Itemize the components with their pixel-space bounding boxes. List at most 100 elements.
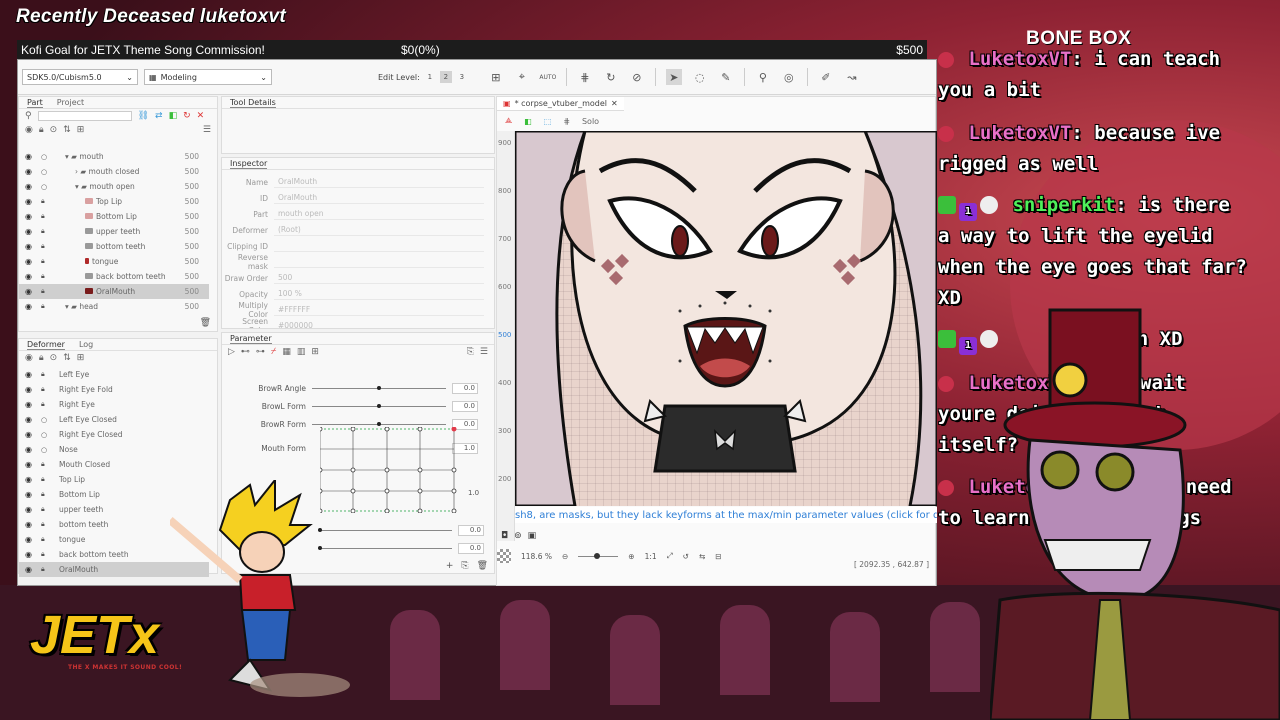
frame-icon[interactable]: ⬚ <box>544 117 552 126</box>
tree-row-selected[interactable]: ◉ 🔒︎ OralMouth 500 <box>19 284 209 299</box>
refresh-icon[interactable]: ↻ <box>183 111 191 121</box>
tab-deformer[interactable]: Deformer <box>27 340 65 350</box>
expand-icon[interactable]: ⊙ <box>50 125 58 135</box>
toggle-icon[interactable]: ⊟ <box>715 552 721 561</box>
edit-level-1[interactable]: 1 <box>424 71 436 83</box>
param-slider-knob[interactable] <box>377 385 381 390</box>
tree-row[interactable]: ◉ 🔒︎ Right Eye <box>19 397 209 412</box>
inspector-value[interactable] <box>274 241 484 252</box>
lock-icon[interactable]: 🔒︎ <box>39 125 44 135</box>
param-slider-knob[interactable] <box>377 421 381 426</box>
inspector-value[interactable] <box>274 257 484 268</box>
copy-icon[interactable]: ⎘ <box>461 561 468 571</box>
mesh-edit-icon[interactable]: ⊞ <box>488 69 504 85</box>
document-tab[interactable]: ▣ * corpse_vtuber_model ✕ <box>497 97 624 111</box>
param-value[interactable]: 0.0 <box>452 400 478 412</box>
tree-row[interactable]: ◉ 🔒︎ Top Lip 500 <box>19 194 209 209</box>
play-icon[interactable]: ▷ <box>228 347 235 357</box>
close-icon[interactable]: ✕ <box>197 111 205 121</box>
param-value[interactable]: 0.0 <box>452 382 478 394</box>
fit-icon[interactable]: ⤢ <box>667 551 673 561</box>
clipboard-icon[interactable]: ⎘ <box>467 347 474 357</box>
edit-level-2[interactable]: 2 <box>439 71 452 83</box>
auto-mesh-icon[interactable]: AUTO <box>539 69 556 85</box>
record-icon[interactable]: ⊚ <box>514 531 522 541</box>
tree-row[interactable]: ◉ ○ Right Eye Closed <box>19 427 209 442</box>
brush-icon[interactable]: ✎ <box>718 69 734 85</box>
param-slider[interactable] <box>312 385 446 390</box>
rotate-icon[interactable]: ↻ <box>603 69 619 85</box>
inspector-value[interactable]: (Root) <box>274 225 484 236</box>
mesh-display-icon[interactable]: ⟁ <box>505 116 512 126</box>
tree-row[interactable]: ◉ 🔒︎ Left Eye <box>19 367 209 382</box>
lock-icon[interactable]: 🔒︎ <box>39 353 44 363</box>
tree-row[interactable]: ◉ ○ ▾ ▰ mouth 500 <box>19 149 209 164</box>
tree-row[interactable]: ◉ 🔒︎ bottom teeth 500 <box>19 239 209 254</box>
tab-log[interactable]: Log <box>79 340 93 349</box>
sync-icon[interactable]: ⇄ <box>155 111 163 121</box>
warp-icon[interactable]: ⚲ <box>755 69 771 85</box>
zoom-out-icon[interactable]: ⊖ <box>562 552 568 561</box>
menu-icon[interactable]: ☰ <box>203 125 211 135</box>
part-search-input[interactable] <box>37 111 132 121</box>
tree-row[interactable]: ◉ 🔒︎ tongue 500 <box>19 254 209 269</box>
camera-icon[interactable]: ◘ <box>501 531 508 541</box>
param-slider[interactable] <box>312 403 446 408</box>
tab-tool-details[interactable]: Tool Details <box>230 98 276 108</box>
tab-inspector[interactable]: Inspector <box>230 159 268 169</box>
hierarchy-icon[interactable]: ⊞ <box>77 353 85 363</box>
param-row[interactable]: BrowR Angle 0.0 <box>222 379 494 397</box>
tree-row[interactable]: ◉ 🔒︎ ▾ ▰ head 500 <box>19 299 209 314</box>
tree-row[interactable]: ◉ 🔒︎ Bottom Lip 500 <box>19 209 209 224</box>
lasso-icon[interactable]: ◌ <box>692 69 708 85</box>
param-value[interactable]: 0.0 <box>458 524 484 536</box>
film-icon[interactable]: ▣ <box>528 531 537 541</box>
zoom-value[interactable]: 118.6 % <box>521 552 552 561</box>
trash-icon[interactable]: 🗑︎ <box>477 561 488 571</box>
tab-project[interactable]: Project <box>57 98 84 107</box>
palette-icon[interactable]: ◧ <box>524 117 532 126</box>
tree-row[interactable]: ◉ ○ › ▰ mouth closed 500 <box>19 164 209 179</box>
tree-row[interactable]: ◉ 🔒︎ Right Eye Fold <box>19 382 209 397</box>
curve-icon[interactable]: ↝ <box>844 69 860 85</box>
eye-icon[interactable]: ◉ <box>25 125 33 135</box>
flip-icon[interactable]: ⇆ <box>699 552 705 561</box>
inspector-value[interactable]: OralMouth <box>274 177 484 188</box>
tag-icon[interactable]: ◧ <box>169 111 178 121</box>
inspector-value[interactable]: #FFFFFF <box>274 305 484 316</box>
sort-icon[interactable]: ⇅ <box>63 125 71 135</box>
expand-icon[interactable]: ⊙ <box>50 353 58 363</box>
param-row[interactable]: BrowL Form 0.0 <box>222 397 494 415</box>
mode-select[interactable]: ▦ Modeling ⌄ <box>144 69 272 85</box>
close-icon[interactable]: ✕ <box>611 99 618 108</box>
tab-parameter[interactable]: Parameter <box>230 334 272 344</box>
deform-icon[interactable]: ⌖ <box>514 69 530 85</box>
grid-icon[interactable]: ⋕ <box>577 69 593 85</box>
tree-row[interactable]: ◉ 🔒︎ upper teeth 500 <box>19 224 209 239</box>
param-slider[interactable] <box>312 421 446 426</box>
glue-icon[interactable]: ⊘ <box>629 69 645 85</box>
sort-icon[interactable]: ⇅ <box>63 353 71 363</box>
tree-row[interactable]: ◉ 🔒︎ Mouth Closed <box>19 457 209 472</box>
menu-icon[interactable]: ☰ <box>480 347 488 357</box>
hierarchy-icon[interactable]: ⊞ <box>77 125 85 135</box>
table-icon[interactable]: ▦ <box>282 347 291 357</box>
eye-icon[interactable]: ◉ <box>25 353 33 363</box>
character-artwork[interactable] <box>515 131 937 506</box>
zoom-in-icon[interactable]: ⊕ <box>628 552 634 561</box>
grid-icon[interactable]: ▥ <box>297 347 306 357</box>
add-icon[interactable]: + <box>446 561 454 571</box>
tree-row[interactable]: ◉ 🔒︎ back bottom teeth 500 <box>19 269 209 284</box>
param-slider-knob[interactable] <box>377 403 381 408</box>
inspector-value[interactable]: 100 % <box>274 289 484 300</box>
checker-bg-toggle[interactable] <box>497 549 511 563</box>
link-icon[interactable]: ⛓ <box>138 111 149 121</box>
keyform-icon[interactable]: ⊷ <box>241 347 250 357</box>
warning-hint[interactable]: sh8, are masks, but they lack keyforms a… <box>515 507 937 523</box>
tab-part[interactable]: Part <box>27 98 43 108</box>
trash-icon[interactable]: 🗑︎ <box>200 318 211 328</box>
delete-keyform-icon[interactable]: ⌿ <box>271 347 276 357</box>
inspector-value[interactable]: #000000 <box>274 321 484 329</box>
sdk-select[interactable]: SDK5.0/Cubism5.0 ⌄ <box>22 69 138 85</box>
zoom-slider[interactable] <box>578 552 619 559</box>
